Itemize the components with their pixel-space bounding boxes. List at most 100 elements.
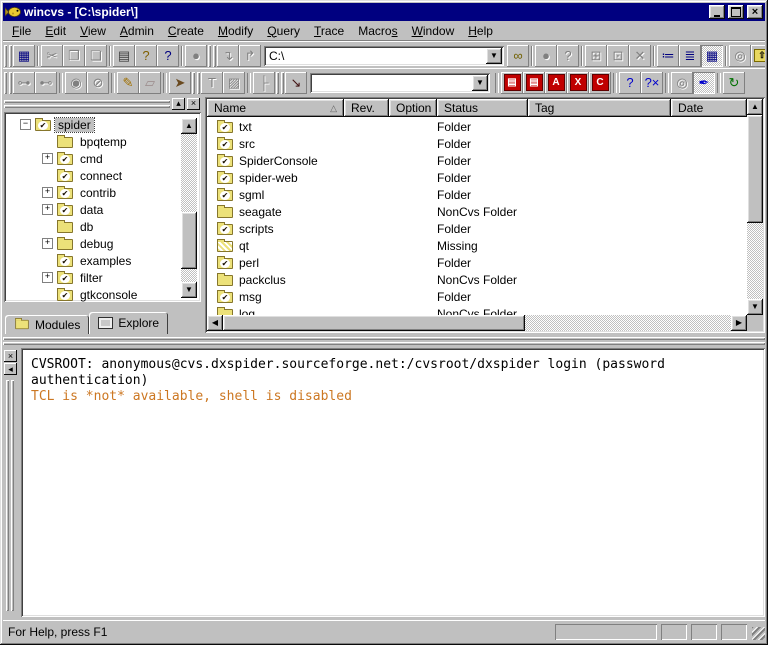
tree-item-debug[interactable]: +debug (6, 235, 199, 252)
cvs-annotate-icon[interactable]: A (545, 72, 567, 94)
column-header-name[interactable]: Name△ (207, 99, 344, 117)
tree-scrollbar[interactable]: ▲ ▼ (181, 118, 197, 298)
expand-icon[interactable]: + (42, 238, 53, 249)
tab-modules[interactable]: Modules (5, 315, 89, 334)
dock-gripper[interactable] (4, 100, 170, 108)
maximize-button[interactable] (728, 5, 744, 19)
tree-item-bpqtemp[interactable]: bpqtemp (6, 133, 199, 150)
scroll-down-icon[interactable]: ▼ (747, 299, 763, 315)
file-row-scripts[interactable]: scriptsFolder (207, 220, 747, 237)
unwatch-icon[interactable]: ⊘ (87, 72, 109, 94)
panel-close-button[interactable]: × (187, 98, 200, 110)
horizontal-splitter[interactable] (3, 336, 765, 346)
menu-item-create[interactable]: Create (161, 22, 211, 40)
print-icon[interactable]: ▤ (113, 45, 135, 67)
tree-item-data[interactable]: +data (6, 201, 199, 218)
scroll-thumb[interactable] (181, 212, 197, 270)
menu-item-file[interactable]: File (5, 22, 38, 40)
release-icon[interactable]: ➤ (169, 72, 191, 94)
menu-item-admin[interactable]: Admin (113, 22, 161, 40)
cvs-commit-icon[interactable]: C (589, 72, 611, 94)
tree-item-examples[interactable]: examples (6, 252, 199, 269)
dock-gripper[interactable] (6, 380, 9, 611)
column-header-status[interactable]: Status (437, 99, 528, 117)
menu-item-window[interactable]: Window (405, 22, 462, 40)
console-output[interactable]: CVSROOT: anonymous@cvs.dxspider.sourcefo… (21, 348, 765, 617)
expand-icon[interactable]: + (42, 204, 53, 215)
browse-location-icon[interactable]: ∞ (507, 45, 529, 67)
hierarchy-icon[interactable]: ├ (253, 72, 275, 94)
toolbar-gripper[interactable] (208, 45, 216, 67)
column-header-date[interactable]: Date (671, 99, 747, 117)
import-module-icon[interactable]: ↱ (239, 45, 261, 67)
annotate-view-icon[interactable]: ✒ (693, 72, 715, 94)
column-header-tag[interactable]: Tag (528, 99, 671, 117)
tree-item-filter[interactable]: +filter (6, 269, 199, 286)
tab-explore[interactable]: Explore (89, 312, 168, 334)
shell-icon[interactable]: ↘ (285, 72, 307, 94)
list-hscrollbar[interactable]: ◀ ▶ (207, 315, 747, 331)
menu-item-macros[interactable]: Macros (351, 22, 404, 40)
scroll-thumb[interactable] (747, 115, 763, 223)
query-stop-icon[interactable]: ?× (641, 72, 663, 94)
up-one-level-icon[interactable]: ⇧ (751, 45, 765, 67)
list-vscrollbar[interactable]: ▲ ▼ (747, 99, 763, 315)
toolbar-gripper[interactable] (192, 72, 200, 94)
search-icon[interactable]: ◎ (729, 45, 751, 67)
close-button[interactable]: × (747, 5, 763, 19)
expand-icon[interactable]: + (42, 272, 53, 283)
panel-dock-bar[interactable]: ▴ × (4, 97, 200, 110)
scroll-up-icon[interactable]: ▲ (181, 118, 197, 134)
dock-gripper[interactable] (11, 380, 14, 611)
tree-item-contrib[interactable]: +contrib (6, 184, 199, 201)
scroll-up-icon[interactable]: ▲ (747, 99, 763, 115)
cut-icon[interactable]: ✂ (41, 45, 63, 67)
refresh-icon[interactable]: ↻ (723, 72, 745, 94)
unedit-eraser-icon[interactable]: ▱ (139, 72, 161, 94)
panel-pin-button[interactable]: ▴ (172, 98, 185, 110)
cvs-update-icon[interactable]: ▤ (501, 72, 523, 94)
scroll-thumb[interactable] (223, 315, 525, 331)
toolbar-gripper[interactable] (4, 72, 12, 94)
menu-item-help[interactable]: Help (461, 22, 500, 40)
file-row-src[interactable]: srcFolder (207, 135, 747, 152)
file-row-sgml[interactable]: sgmlFolder (207, 186, 747, 203)
context-help-icon[interactable]: ? (157, 45, 179, 67)
cvs-help-icon[interactable]: ? (557, 45, 579, 67)
location-combo-value[interactable]: C:\ (264, 49, 486, 63)
file-row-txt[interactable]: txtFolder (207, 118, 747, 135)
toolbar-gripper[interactable] (4, 45, 12, 67)
cvs-status-icon[interactable]: X (567, 72, 589, 94)
stop-cvs-icon[interactable]: ● (535, 45, 557, 67)
location-combo[interactable]: C:\▼ (264, 46, 504, 66)
minimize-button[interactable] (709, 5, 725, 19)
edit-pencil-icon[interactable]: ✎ (117, 72, 139, 94)
flat-view-icon[interactable]: ≔ (657, 45, 679, 67)
console-close-button[interactable]: × (4, 350, 17, 362)
toolbar-gripper[interactable] (276, 72, 284, 94)
cvs-log-icon[interactable]: ▤ (523, 72, 545, 94)
menu-item-query[interactable]: Query (260, 22, 307, 40)
details-view-icon[interactable]: ▦ (701, 45, 723, 67)
menu-item-edit[interactable]: Edit (38, 22, 73, 40)
file-row-log[interactable]: logNonCvs Folder (207, 305, 747, 315)
file-row-seagate[interactable]: seagateNonCvs Folder (207, 203, 747, 220)
graph-icon[interactable]: ◎ (671, 72, 693, 94)
paste-icon[interactable]: ❏ (85, 45, 107, 67)
file-row-qt[interactable]: qtMissing (207, 237, 747, 254)
file-row-msg[interactable]: msgFolder (207, 288, 747, 305)
expand-icon[interactable]: + (42, 187, 53, 198)
file-row-spider-web[interactable]: spider-webFolder (207, 169, 747, 186)
column-header-option[interactable]: Option (389, 99, 437, 117)
menu-item-view[interactable]: View (73, 22, 113, 40)
delete-file-icon[interactable]: ✕ (629, 45, 651, 67)
unlock-icon[interactable]: ⊷ (35, 72, 57, 94)
file-row-packclus[interactable]: packclusNonCvs Folder (207, 271, 747, 288)
chevron-down-icon[interactable]: ▼ (486, 48, 502, 64)
collapse-icon[interactable]: − (20, 119, 31, 130)
tree-item-spider[interactable]: −spider (6, 116, 199, 133)
query-help-icon[interactable]: ? (619, 72, 641, 94)
scroll-down-icon[interactable]: ▼ (181, 282, 197, 298)
menu-item-trace[interactable]: Trace (307, 22, 351, 40)
save-icon[interactable]: ▦ (13, 45, 35, 67)
